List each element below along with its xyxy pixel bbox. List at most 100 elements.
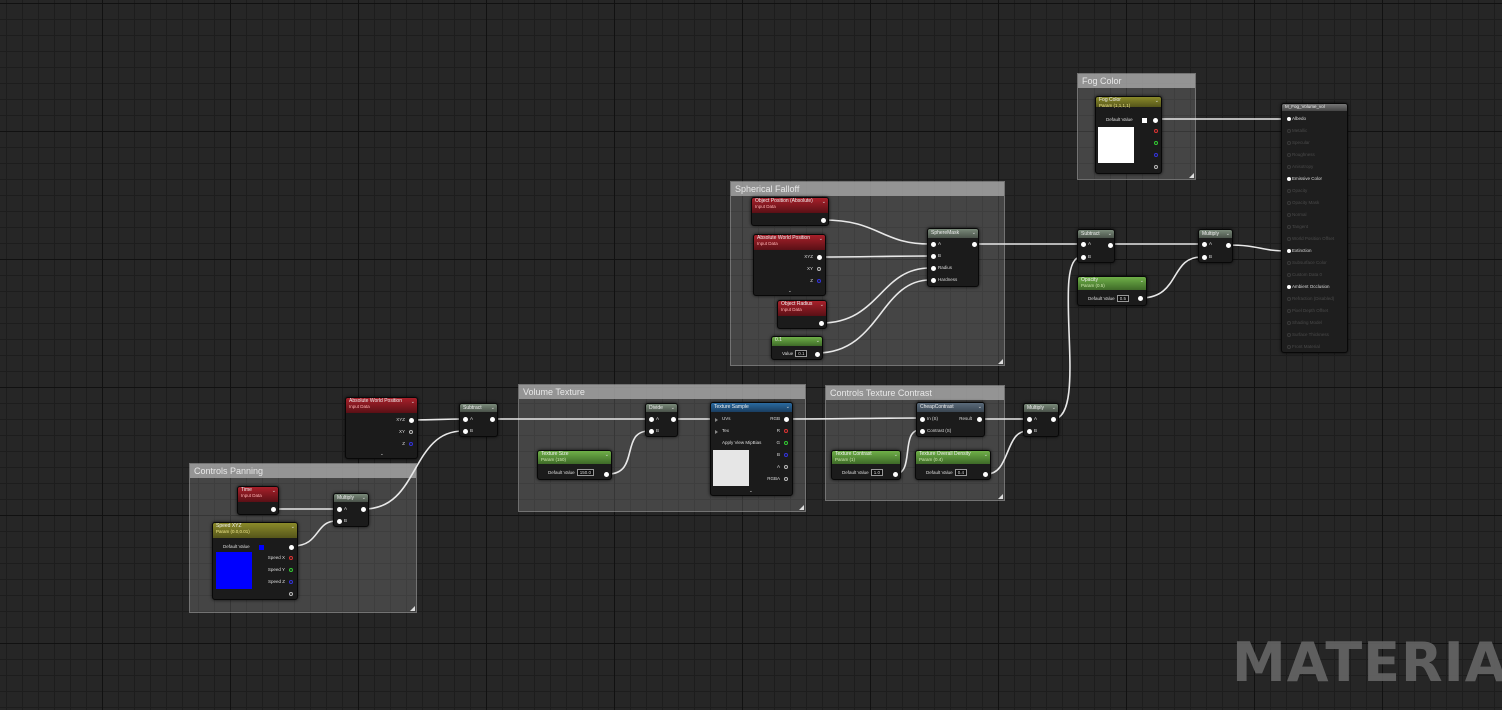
output-pin-row[interactable]: Emissive Color (1287, 176, 1322, 182)
pin-circle-icon[interactable] (1287, 152, 1291, 157)
output-pin[interactable] (972, 242, 977, 247)
output-pin-row[interactable]: Metallic (1287, 128, 1307, 134)
input-pin-a[interactable] (649, 417, 654, 422)
chevron-down-icon[interactable]: ⌄ (788, 288, 792, 294)
default-value-field[interactable]: Default Value 0.4 (926, 469, 967, 476)
output-pin-row[interactable]: Albedo (1287, 116, 1306, 122)
chevron-down-icon[interactable]: ⌄ (605, 452, 609, 458)
output-pin-row[interactable]: Normal (1287, 212, 1307, 218)
resize-grip[interactable] (1189, 173, 1194, 178)
node-texture-size[interactable]: Texture Size Param (150) ⌄ Default Value… (537, 450, 612, 480)
chevron-down-icon[interactable]: ⌄ (1108, 231, 1112, 237)
output-pin[interactable] (671, 417, 676, 422)
chevron-down-icon[interactable]: ⌄ (786, 404, 790, 410)
pin-circle-icon[interactable] (1287, 176, 1291, 181)
chevron-down-icon[interactable]: ⌄ (984, 452, 988, 458)
pin-circle-icon[interactable] (1287, 164, 1291, 169)
default-value-field[interactable]: Default Value 150.0 (548, 469, 594, 476)
node-subtract-top[interactable]: Subtract ⌄ A B (1077, 229, 1115, 263)
output-pin-xy[interactable] (409, 430, 413, 434)
input-pin-tex[interactable] (715, 430, 718, 434)
fog-color-chip[interactable] (1142, 118, 1147, 123)
chevron-down-icon[interactable]: ⌄ (272, 488, 276, 494)
input-pin-a[interactable] (1202, 242, 1207, 247)
pin-circle-icon[interactable] (1287, 344, 1291, 349)
chevron-down-icon[interactable]: ⌄ (822, 199, 826, 205)
input-pin-contrast[interactable] (920, 429, 925, 434)
output-pin-row[interactable]: Surface Thickness (1287, 332, 1329, 338)
output-pin-row[interactable]: Pixel Depth Offset (1287, 308, 1328, 314)
output-pin-row[interactable]: Shading Model (1287, 320, 1322, 326)
input-pin-a[interactable] (931, 242, 936, 247)
fog-color-swatch[interactable] (1098, 127, 1134, 163)
output-pin-row[interactable]: Front Material (1287, 344, 1320, 350)
input-pin-a[interactable] (463, 417, 468, 422)
output-pin-xy[interactable] (817, 267, 821, 271)
default-value-field[interactable]: Default Value 0.5 (1088, 295, 1129, 302)
output-pin-row[interactable]: Subsurface Color (1287, 260, 1327, 266)
input-pin-b[interactable] (463, 429, 468, 434)
output-pin-row[interactable]: Specular (1287, 140, 1310, 146)
chevron-down-icon[interactable]: ⌄ (1052, 405, 1056, 411)
node-multiply-top[interactable]: Multiply ⌄ A B (1198, 229, 1233, 263)
input-pin-b[interactable] (337, 519, 342, 524)
output-pin-r[interactable] (784, 429, 788, 433)
chevron-down-icon[interactable]: ⌄ (972, 230, 976, 236)
input-pin-uvs[interactable] (715, 418, 718, 422)
pin-circle-icon[interactable] (1287, 188, 1291, 193)
output-pin-row[interactable]: Opacity (1287, 188, 1307, 194)
input-pin-in[interactable] (920, 417, 925, 422)
pin-circle-icon[interactable] (1287, 308, 1291, 313)
node-time[interactable]: Time Input Data ⌄ (237, 486, 279, 515)
input-pin-hardness[interactable] (931, 278, 936, 283)
output-pin-xyz[interactable] (409, 418, 414, 423)
output-pin[interactable] (983, 472, 988, 477)
output-pin[interactable] (361, 507, 366, 512)
output-pin-a[interactable] (784, 465, 788, 469)
output-pin-r[interactable] (1154, 129, 1158, 133)
node-absolute-world-position-left[interactable]: Absolute World Position Input Data ⌄ XYZ… (345, 397, 418, 459)
output-pin-row[interactable]: Opacity Mask (1287, 200, 1319, 206)
pin-circle-icon[interactable] (1287, 224, 1291, 229)
output-pin-row[interactable]: Tangent (1287, 224, 1308, 230)
node-object-position[interactable]: Object Position (Absolute) Input Data ⌄ (751, 197, 829, 226)
input-pin-b[interactable] (1202, 255, 1207, 260)
node-speed-xyz[interactable]: Speed XYZ Param (0.0,0.01) ⌄ Default Val… (212, 522, 298, 600)
chevron-down-icon[interactable]: ⌄ (291, 524, 295, 530)
chevron-down-icon[interactable]: ⌄ (491, 405, 495, 411)
output-pin-z[interactable] (409, 442, 413, 446)
node-multiply-mid[interactable]: Multiply ⌄ A B (1023, 403, 1059, 437)
output-pin-row[interactable]: World Position Offset (1287, 236, 1334, 242)
output-pin-rgba[interactable] (1153, 118, 1158, 123)
output-pin[interactable] (1108, 243, 1113, 248)
output-pin[interactable] (893, 472, 898, 477)
output-pin-row[interactable]: Anisotropy (1287, 164, 1313, 170)
output-pin-z[interactable] (817, 279, 821, 283)
output-pin-row[interactable]: Refraction (Disabled) (1287, 296, 1334, 302)
pin-circle-icon[interactable] (1287, 332, 1291, 337)
chevron-down-icon[interactable]: ⌄ (380, 451, 384, 457)
pin-circle-icon[interactable] (1287, 260, 1291, 265)
value-input[interactable]: 1.0 (870, 469, 883, 476)
value-input[interactable]: 150.0 (576, 469, 594, 476)
pin-circle-icon[interactable] (1287, 296, 1291, 301)
output-pin-speed-y[interactable] (289, 568, 293, 572)
output-pin-g[interactable] (784, 441, 788, 445)
input-pin-b[interactable] (1081, 255, 1086, 260)
output-pin-b[interactable] (1154, 153, 1158, 157)
node-material-output[interactable]: M_Fog_Volume_vol Albedo Metallic Specular R… (1281, 103, 1348, 353)
node-opacity[interactable]: Opacity Param (0.5) ⌄ Default Value 0.5 (1077, 276, 1147, 306)
output-pin-g[interactable] (1154, 141, 1158, 145)
output-pin[interactable] (490, 417, 495, 422)
node-texture-contrast[interactable]: Texture Contrast Param (1) ⌄ Default Val… (831, 450, 901, 480)
node-fog-color[interactable]: Fog Color Param (1,1,1,1) ⌄ Default Valu… (1095, 96, 1162, 174)
output-pin[interactable] (821, 218, 826, 223)
input-pin-b[interactable] (649, 429, 654, 434)
pin-circle-icon[interactable] (1287, 128, 1291, 133)
value-field[interactable]: Value 0.1 (782, 350, 808, 357)
node-absolute-world-position-top[interactable]: Absolute World Position Input Data ⌄ XYZ… (753, 234, 826, 296)
resize-grip[interactable] (998, 359, 1003, 364)
output-pin[interactable] (819, 321, 824, 326)
chevron-down-icon[interactable]: ⌄ (894, 452, 898, 458)
default-value-field[interactable]: Default Value 1.0 (842, 469, 883, 476)
